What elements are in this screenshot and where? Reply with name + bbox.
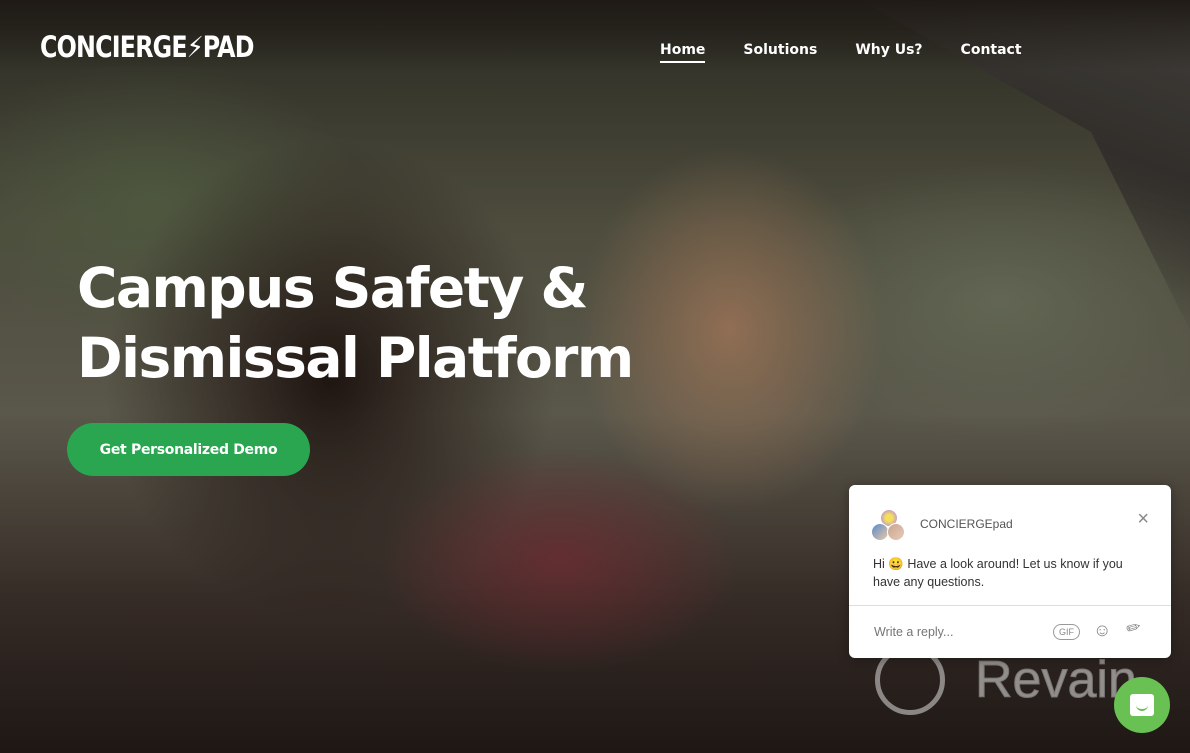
paperclip-icon[interactable]: ✐ [1121, 617, 1143, 641]
chat-bubble-icon [1130, 694, 1154, 716]
avatar [887, 523, 905, 541]
chat-company-name: CONCIERGEpad [920, 517, 1013, 531]
chat-greeting-message: Hi 😀 Have a look around! Let us know if … [873, 557, 1123, 589]
nav-solutions[interactable]: Solutions [743, 42, 817, 63]
logo-text: CONCIERGE [40, 30, 188, 64]
revain-text: Revain [975, 651, 1138, 710]
emoji-icon[interactable]: ☺ [1093, 620, 1111, 641]
lightning-bolt-icon: ⚡ [186, 30, 204, 64]
hero-title: Campus Safety & Dismissal Platform [77, 253, 634, 393]
hero-title-line-2: Dismissal Platform [77, 326, 634, 390]
nav-why-us[interactable]: Why Us? [855, 42, 922, 63]
team-avatars [871, 509, 907, 543]
nav-home[interactable]: Home [660, 42, 706, 63]
get-demo-button[interactable]: Get Personalized Demo [67, 423, 310, 476]
reply-input[interactable] [872, 624, 1046, 640]
main-nav: Home Solutions Why Us? Contact [660, 42, 1022, 63]
chat-widget: CONCIERGEpad × Hi 😀 Have a look around! … [849, 485, 1171, 658]
logo-text-pad: PAD [202, 30, 255, 64]
gif-button[interactable]: GIF [1053, 624, 1080, 640]
close-icon[interactable]: × [1137, 509, 1149, 529]
nav-contact[interactable]: Contact [961, 42, 1022, 63]
divider [849, 605, 1171, 606]
logo[interactable]: CONCIERGE⚡PAD [40, 30, 254, 64]
chat-launcher-button[interactable] [1114, 677, 1170, 733]
hero-title-line-1: Campus Safety & [77, 256, 588, 320]
